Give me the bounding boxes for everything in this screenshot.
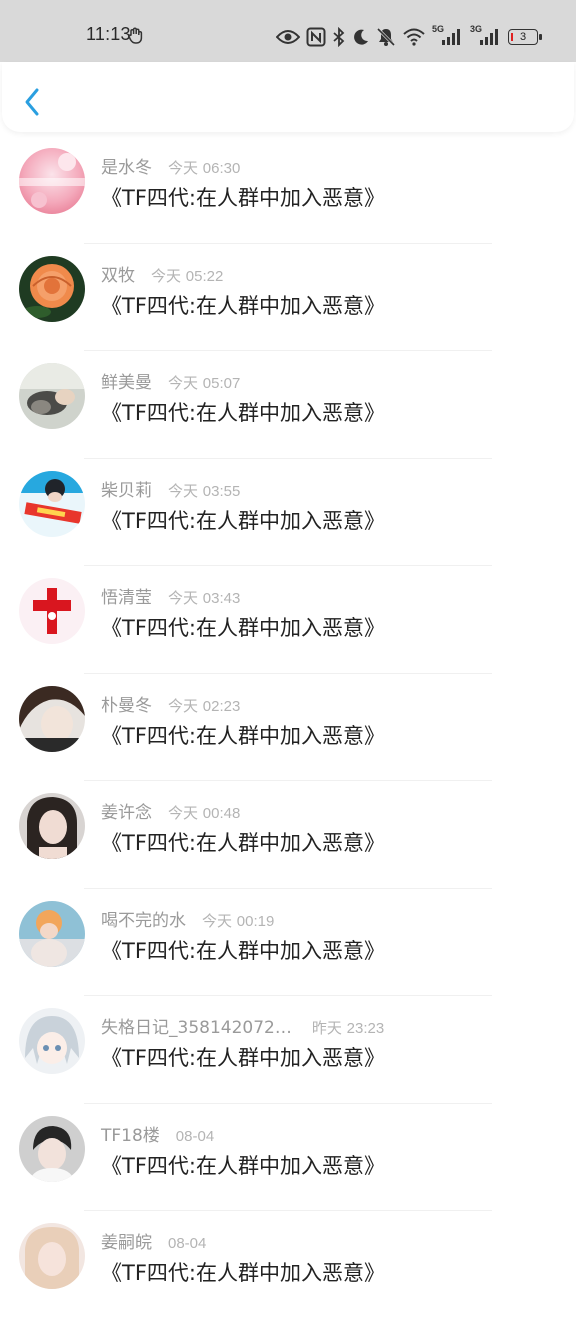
sender-name[interactable]: 姜许念 — [101, 798, 152, 823]
message-text: 《TF四代:在人群中加入恶意》 — [101, 723, 385, 748]
timestamp: 昨天 23:23 — [311, 1019, 385, 1037]
hand-icon — [128, 27, 143, 44]
timestamp: 今天 03:43 — [168, 589, 241, 607]
sender-name[interactable]: 是水冬 — [101, 153, 152, 178]
message-text: 《TF四代:在人群中加入恶意》 — [101, 616, 385, 640]
message-text: 《TF四代:在人群中加入恶意》 — [101, 1261, 385, 1285]
message-text: 《TF四代:在人群中加入恶意》 — [101, 938, 385, 963]
list-item[interactable]: 悟清莹 今天 03:43 《TF四代:在人群中加入恶意》 — [0, 566, 576, 674]
sender-name[interactable]: 喝不完的水 — [101, 906, 186, 931]
message-text: 《TF四代:在人群中加入恶意》 — [101, 508, 385, 533]
signal-5g-icon: 5G — [432, 24, 464, 48]
avatar[interactable] — [19, 1223, 85, 1289]
meta-line: 姜许念 今天 00:48 — [101, 798, 241, 823]
message-text: 《TF四代:在人群中加入恶意》 — [101, 186, 385, 210]
list-item[interactable]: 鲜美曼 今天 05:07 《TF四代:在人群中加入恶意》 — [0, 351, 576, 459]
timestamp: 今天 05:22 — [151, 266, 224, 285]
bluetooth-icon — [333, 27, 345, 47]
message-text: 《TF四代:在人群中加入恶意》 — [101, 1046, 385, 1070]
meta-line: 姜嗣皖 08-04 — [101, 1228, 207, 1253]
message-text: 《TF四代:在人群中加入恶意》 — [101, 401, 385, 425]
avatar[interactable] — [19, 470, 85, 537]
message-list: 是水冬 今天 06:30 《TF四代:在人群中加入恶意》 双牧 今天 05:22… — [0, 136, 576, 1319]
avatar[interactable] — [19, 1008, 85, 1074]
meta-line: 双牧 今天 05:22 — [101, 261, 224, 286]
sender-name[interactable]: 鲜美曼 — [101, 368, 152, 393]
bell-off-icon — [376, 27, 396, 47]
meta-line: 是水冬 今天 06:30 — [101, 153, 241, 178]
avatar[interactable] — [19, 578, 85, 644]
list-item[interactable]: 双牧 今天 05:22 《TF四代:在人群中加入恶意》 — [0, 244, 576, 351]
timestamp: 今天 06:30 — [168, 159, 241, 177]
message-text: 《TF四代:在人群中加入恶意》 — [101, 1153, 385, 1178]
eye-icon — [276, 30, 300, 44]
timestamp: 08-04 — [168, 1235, 207, 1252]
list-item[interactable]: 喝不完的水 今天 00:19 《TF四代:在人群中加入恶意》 — [0, 889, 576, 996]
avatar[interactable] — [19, 900, 85, 967]
list-item[interactable]: TF18楼 08-04 《TF四代:在人群中加入恶意》 — [0, 1104, 576, 1211]
chevron-left-icon[interactable] — [16, 82, 48, 122]
list-item[interactable]: 是水冬 今天 06:30 《TF四代:在人群中加入恶意》 — [0, 136, 576, 244]
nfc-icon — [306, 27, 326, 47]
status-time: 11:13 — [86, 24, 131, 44]
status-bar: 11:13 5G 3G 3 — [0, 0, 576, 62]
avatar[interactable] — [19, 1115, 85, 1182]
sender-name[interactable]: 柴贝莉 — [101, 476, 152, 501]
sender-name[interactable]: 双牧 — [101, 261, 135, 286]
list-item[interactable]: 柴贝莉 今天 03:55 《TF四代:在人群中加入恶意》 — [0, 459, 576, 566]
list-item[interactable]: 姜许念 今天 00:48 《TF四代:在人群中加入恶意》 — [0, 781, 576, 889]
status-icons: 5G 3G 3 — [276, 22, 542, 52]
sender-name[interactable]: TF18楼 — [101, 1121, 160, 1146]
meta-line: 喝不完的水 今天 00:19 — [101, 906, 275, 931]
meta-line: 朴曼冬 今天 02:23 — [101, 691, 241, 716]
avatar[interactable] — [19, 793, 85, 859]
sender-name[interactable]: 失格日记_358142072… — [101, 1013, 292, 1038]
timestamp: 今天 05:07 — [168, 374, 241, 392]
avatar[interactable] — [19, 363, 85, 429]
timestamp: 今天 03:55 — [168, 481, 241, 500]
top-bar — [2, 62, 574, 132]
moon-icon — [354, 29, 368, 45]
meta-line: 鲜美曼 今天 05:07 — [101, 368, 241, 393]
timestamp: 今天 00:48 — [168, 804, 241, 822]
sender-name[interactable]: 朴曼冬 — [101, 691, 152, 716]
message-text: 《TF四代:在人群中加入恶意》 — [101, 293, 385, 318]
wifi-icon — [403, 28, 425, 46]
meta-line: 柴贝莉 今天 03:55 — [101, 476, 241, 501]
meta-line: TF18楼 08-04 — [101, 1121, 215, 1146]
list-item[interactable]: 姜嗣皖 08-04 《TF四代:在人群中加入恶意》 — [0, 1211, 576, 1319]
meta-line: 悟清莹 今天 03:43 — [101, 583, 241, 608]
avatar[interactable] — [19, 255, 85, 322]
list-item[interactable]: 朴曼冬 今天 02:23 《TF四代:在人群中加入恶意》 — [0, 674, 576, 781]
timestamp: 今天 00:19 — [202, 911, 275, 930]
meta-line: 失格日记_358142072… 昨天 23:23 — [101, 1013, 385, 1038]
timestamp: 今天 02:23 — [168, 696, 241, 715]
timestamp: 08-04 — [175, 1127, 215, 1145]
signal-3g-icon: 3G — [470, 24, 502, 48]
sender-name[interactable]: 姜嗣皖 — [101, 1228, 152, 1253]
message-text: 《TF四代:在人群中加入恶意》 — [101, 831, 385, 855]
sender-name[interactable]: 悟清莹 — [101, 583, 152, 608]
avatar[interactable] — [19, 685, 85, 752]
avatar[interactable] — [19, 148, 85, 214]
battery-icon: 3 — [508, 29, 542, 45]
list-item[interactable]: 失格日记_358142072… 昨天 23:23 《TF四代:在人群中加入恶意》 — [0, 996, 576, 1104]
